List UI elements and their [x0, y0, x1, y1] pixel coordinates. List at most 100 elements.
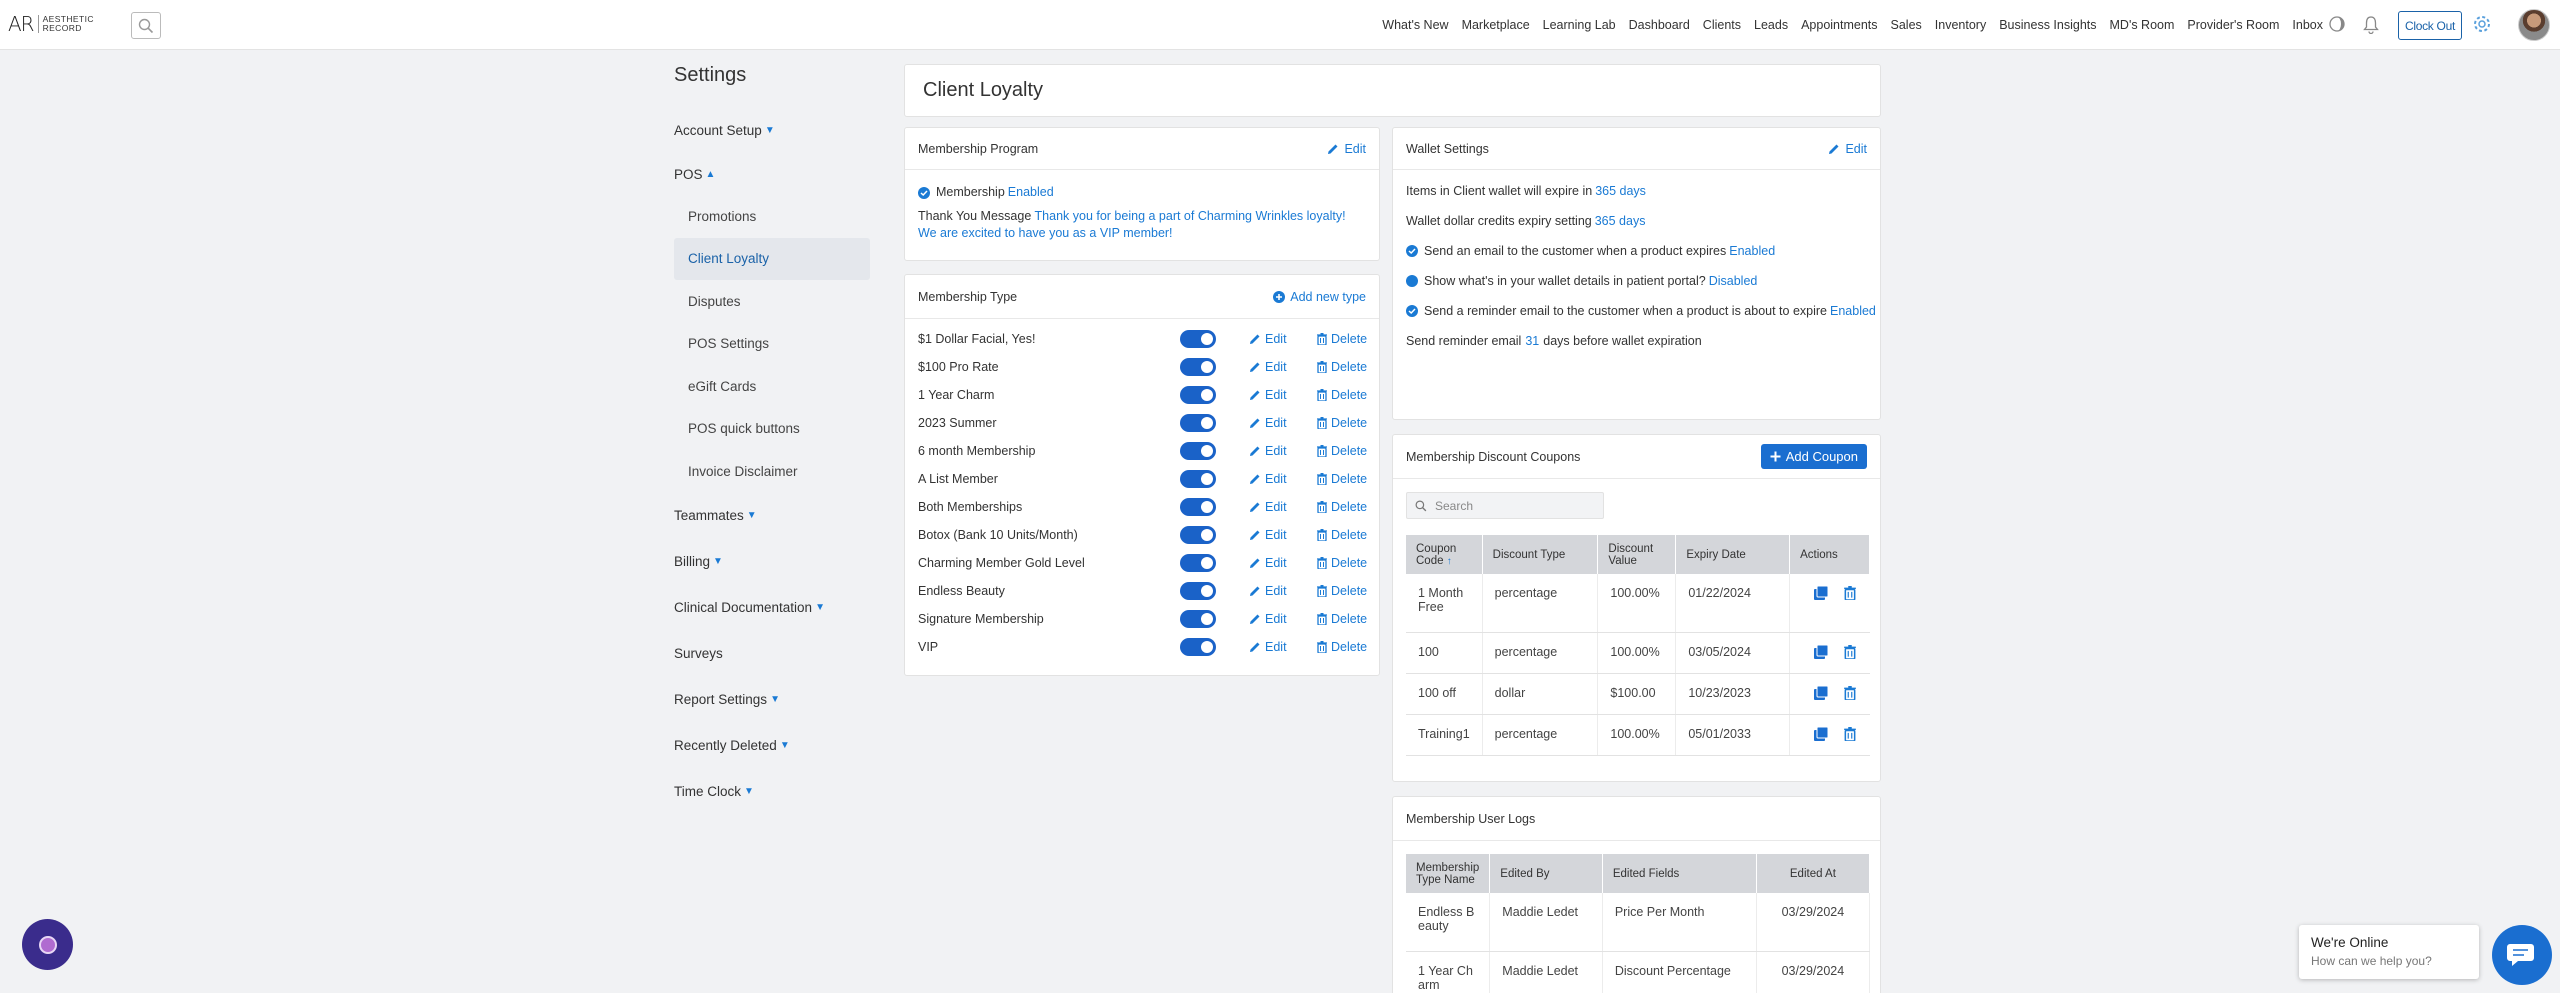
membership-type-edit-button[interactable]: Edit	[1249, 416, 1287, 430]
nav-mds-room[interactable]: MD's Room	[2110, 18, 2175, 32]
membership-type-delete-button[interactable]: Delete	[1317, 360, 1367, 374]
chat-button[interactable]	[2492, 925, 2552, 985]
membership-type-toggle[interactable]	[1180, 358, 1216, 376]
membership-type-edit-button[interactable]: Edit	[1249, 360, 1287, 374]
membership-type-edit-button[interactable]: Edit	[1249, 444, 1287, 458]
membership-type-edit-button[interactable]: Edit	[1249, 640, 1287, 654]
pencil-icon	[1250, 530, 1260, 540]
coupon-copy-button[interactable]	[1814, 685, 1829, 703]
coupon-delete-button[interactable]	[1844, 685, 1856, 703]
add-new-type-button[interactable]: Add new type	[1273, 290, 1366, 304]
dark-mode-icon[interactable]	[2328, 15, 2346, 36]
membership-type-delete-button[interactable]: Delete	[1317, 612, 1367, 626]
membership-type-delete-button[interactable]: Delete	[1317, 332, 1367, 346]
sidebar-item-report-settings[interactable]: Report Settings ▼	[674, 677, 870, 723]
sidebar-item-teammates[interactable]: Teammates ▼	[674, 493, 870, 539]
membership-type-delete-button[interactable]: Delete	[1317, 472, 1367, 486]
membership-type-toggle[interactable]	[1180, 386, 1216, 404]
coupon-code-header[interactable]: Coupon Code ↑	[1406, 535, 1483, 574]
membership-type-toggle[interactable]	[1180, 498, 1216, 516]
coupons-title: Membership Discount Coupons	[1406, 449, 1581, 464]
membership-type-delete-button[interactable]: Delete	[1317, 528, 1367, 542]
membership-program-edit-button[interactable]: Edit	[1327, 142, 1366, 156]
membership-type-edit-button[interactable]: Edit	[1249, 528, 1287, 542]
nav-marketplace[interactable]: Marketplace	[1462, 18, 1530, 32]
gear-icon[interactable]	[2472, 14, 2492, 37]
coupon-value: 100.00%	[1597, 714, 1677, 756]
add-coupon-button[interactable]: Add Coupon	[1760, 444, 1867, 469]
membership-type-edit-button[interactable]: Edit	[1249, 472, 1287, 486]
membership-type-toggle[interactable]	[1180, 330, 1216, 348]
membership-type-delete-button[interactable]: Delete	[1317, 640, 1367, 654]
membership-type-edit-button[interactable]: Edit	[1249, 584, 1287, 598]
sidebar-item-egift-cards[interactable]: eGift Cards	[674, 365, 870, 408]
membership-type-edit-button[interactable]: Edit	[1249, 612, 1287, 626]
chat-greeting[interactable]: We're Online How can we help you?	[2299, 925, 2479, 979]
search-button[interactable]	[131, 12, 161, 39]
membership-type-toggle[interactable]	[1180, 442, 1216, 460]
clock-out-button[interactable]: Clock Out	[2398, 11, 2462, 40]
logo[interactable]: AR AESTHETIC RECORD	[8, 12, 94, 36]
sidebar-item-invoice-disclaimer[interactable]: Invoice Disclaimer	[674, 450, 870, 493]
nav-business-insights[interactable]: Business Insights	[1999, 18, 2096, 32]
sidebar-item-client-loyalty[interactable]: Client Loyalty	[674, 237, 870, 280]
sidebar-item-time-clock[interactable]: Time Clock ▼	[674, 769, 870, 815]
membership-type-toggle[interactable]	[1180, 470, 1216, 488]
nav-inbox[interactable]: Inbox	[2292, 18, 2323, 32]
support-launcher-button[interactable]	[22, 919, 73, 970]
nav-appointments[interactable]: Appointments	[1801, 18, 1877, 32]
sidebar-item-recently-deleted[interactable]: Recently Deleted ▼	[674, 723, 870, 769]
membership-type-toggle[interactable]	[1180, 638, 1216, 656]
membership-type-toggle[interactable]	[1180, 582, 1216, 600]
membership-type-delete-button[interactable]: Delete	[1317, 584, 1367, 598]
coupon-search-input[interactable]: Search	[1406, 492, 1604, 519]
sidebar-item-pos-settings[interactable]: POS Settings	[674, 323, 870, 366]
nav-inventory[interactable]: Inventory	[1935, 18, 1986, 32]
sidebar-item-disputes[interactable]: Disputes	[674, 280, 870, 323]
coupon-copy-button[interactable]	[1814, 585, 1829, 603]
sidebar-item-pos-quick-buttons[interactable]: POS quick buttons	[674, 408, 870, 451]
sidebar-item-promotions[interactable]: Promotions	[674, 195, 870, 238]
coupon-delete-button[interactable]	[1844, 644, 1856, 662]
membership-type-edit-button[interactable]: Edit	[1249, 388, 1287, 402]
bell-icon[interactable]	[2362, 15, 2380, 37]
coupon-row: 100 percentage 100.00% 03/05/2024	[1406, 632, 1870, 674]
membership-type-edit-button[interactable]: Edit	[1249, 500, 1287, 514]
membership-type-delete-button[interactable]: Delete	[1317, 556, 1367, 570]
membership-type-delete-button[interactable]: Delete	[1317, 444, 1367, 458]
sidebar-item-surveys[interactable]: Surveys	[674, 631, 870, 677]
membership-type-edit-button[interactable]: Edit	[1249, 332, 1287, 346]
sidebar-item-billing[interactable]: Billing ▼	[674, 539, 870, 585]
nav-whats-new[interactable]: What's New	[1382, 18, 1448, 32]
chevron-down-icon: ▼	[815, 602, 825, 613]
actions-header: Actions	[1789, 535, 1870, 574]
coupon-actions	[1789, 574, 1870, 633]
coupon-delete-button[interactable]	[1844, 726, 1856, 744]
membership-type-toggle[interactable]	[1180, 526, 1216, 544]
coupon-type: dollar	[1482, 673, 1599, 715]
nav-learning-lab[interactable]: Learning Lab	[1543, 18, 1616, 32]
coupon-copy-button[interactable]	[1814, 644, 1829, 662]
coupon-delete-button[interactable]	[1844, 586, 1856, 603]
sidebar-item-pos[interactable]: POS ▲	[674, 153, 870, 195]
wallet-edit-button[interactable]: Edit	[1828, 142, 1867, 156]
nav-providers-room[interactable]: Provider's Room	[2187, 18, 2279, 32]
avatar[interactable]	[2518, 9, 2550, 41]
coupon-copy-button[interactable]	[1814, 726, 1829, 744]
membership-program-card: Membership Program Edit Membership Enabl…	[904, 127, 1380, 261]
nav-leads[interactable]: Leads	[1754, 18, 1788, 32]
membership-type-delete-button[interactable]: Delete	[1317, 416, 1367, 430]
nav-clients[interactable]: Clients	[1703, 18, 1741, 32]
membership-type-name: 1 Year Charm	[918, 388, 995, 402]
membership-type-delete-button[interactable]: Delete	[1317, 500, 1367, 514]
membership-type-toggle[interactable]	[1180, 414, 1216, 432]
membership-type-edit-button[interactable]: Edit	[1249, 556, 1287, 570]
membership-type-toggle[interactable]	[1180, 610, 1216, 628]
nav-sales[interactable]: Sales	[1891, 18, 1922, 32]
membership-type-delete-button[interactable]: Delete	[1317, 388, 1367, 402]
membership-type-toggle[interactable]	[1180, 554, 1216, 572]
nav-dashboard[interactable]: Dashboard	[1629, 18, 1690, 32]
coupon-type: percentage	[1482, 714, 1599, 756]
sidebar-item-clinical-documentation[interactable]: Clinical Documentation ▼	[674, 585, 870, 631]
sidebar-item-account-setup[interactable]: Account Setup ▼	[674, 107, 870, 153]
